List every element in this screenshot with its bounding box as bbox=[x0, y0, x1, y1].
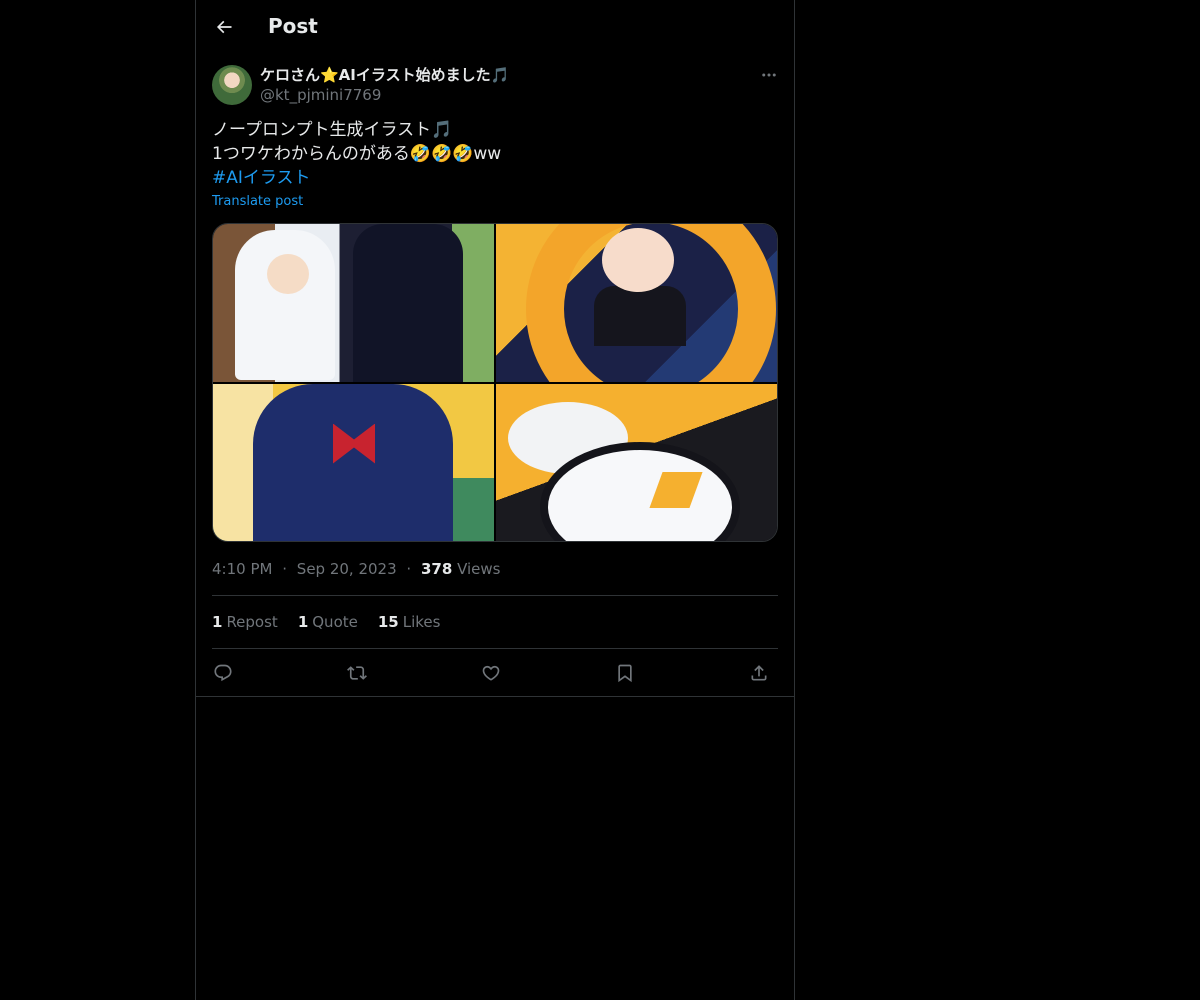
quotes-count: 1 bbox=[297, 613, 309, 631]
views-label: Views bbox=[457, 560, 501, 578]
quotes-label: Quote bbox=[312, 613, 358, 631]
reposts-stat[interactable]: 1 Repost bbox=[212, 613, 278, 631]
arrow-left-icon bbox=[216, 20, 232, 34]
like-button[interactable] bbox=[478, 660, 504, 686]
share-icon bbox=[751, 665, 767, 681]
divider bbox=[212, 648, 778, 649]
share-button[interactable] bbox=[746, 660, 772, 686]
likes-count: 15 bbox=[377, 613, 399, 631]
post-text: ノープロンプト生成イラスト🎵 1つワケわからんのがある🤣🤣🤣ww #AIイラスト bbox=[212, 118, 778, 190]
divider bbox=[212, 595, 778, 596]
like-icon bbox=[482, 665, 500, 681]
media-image-3[interactable] bbox=[213, 383, 494, 541]
more-horizontal-icon bbox=[762, 73, 776, 77]
post-date[interactable]: Sep 20, 2023 bbox=[297, 560, 397, 578]
media-image-1[interactable] bbox=[213, 224, 494, 382]
repost-button[interactable] bbox=[344, 660, 370, 686]
translate-post-link[interactable]: Translate post bbox=[212, 194, 303, 209]
more-button[interactable] bbox=[756, 64, 782, 86]
page-title: Post bbox=[268, 14, 318, 38]
post-line-1: ノープロンプト生成イラスト🎵 bbox=[212, 120, 453, 140]
post-header: Post bbox=[196, 0, 794, 54]
divider bbox=[196, 696, 794, 697]
bookmark-button[interactable] bbox=[612, 660, 638, 686]
post-time[interactable]: 4:10 PM bbox=[212, 560, 272, 578]
reposts-label: Repost bbox=[226, 613, 278, 631]
post-line-2: 1つワケわからんのがある🤣🤣🤣ww bbox=[212, 144, 502, 164]
media-image-4[interactable] bbox=[496, 383, 777, 541]
post-stats: 1 Repost 1 Quote 15 Likes bbox=[212, 613, 440, 631]
quotes-stat[interactable]: 1 Quote bbox=[298, 613, 358, 631]
likes-label: Likes bbox=[402, 613, 441, 631]
author-display-name[interactable]: ケロさん⭐AIイラスト始めました🎵 bbox=[260, 64, 509, 85]
reply-icon bbox=[214, 664, 232, 682]
author-handle[interactable]: @kt_pjmini7769 bbox=[260, 86, 381, 104]
reposts-count: 1 bbox=[212, 613, 223, 631]
main-column: Post ケロさん⭐AIイラスト始めました🎵 @kt_pjmini7769 ノー… bbox=[195, 0, 795, 1000]
action-bar bbox=[212, 660, 778, 686]
media-grid bbox=[212, 223, 778, 542]
hashtag-link[interactable]: #AIイラスト bbox=[212, 166, 778, 190]
bookmark-icon bbox=[618, 664, 632, 683]
likes-stat[interactable]: 15 Likes bbox=[378, 613, 441, 631]
back-button[interactable] bbox=[210, 13, 238, 41]
views-count: 378 bbox=[420, 560, 453, 578]
repost-icon bbox=[347, 666, 367, 680]
media-image-2[interactable] bbox=[496, 224, 777, 382]
post-meta: 4:10 PM · Sep 20, 2023 · 378 Views bbox=[212, 560, 501, 578]
meta-separator: · bbox=[406, 560, 412, 578]
meta-separator: · bbox=[282, 560, 288, 578]
avatar[interactable] bbox=[212, 65, 252, 105]
reply-button[interactable] bbox=[210, 660, 236, 686]
